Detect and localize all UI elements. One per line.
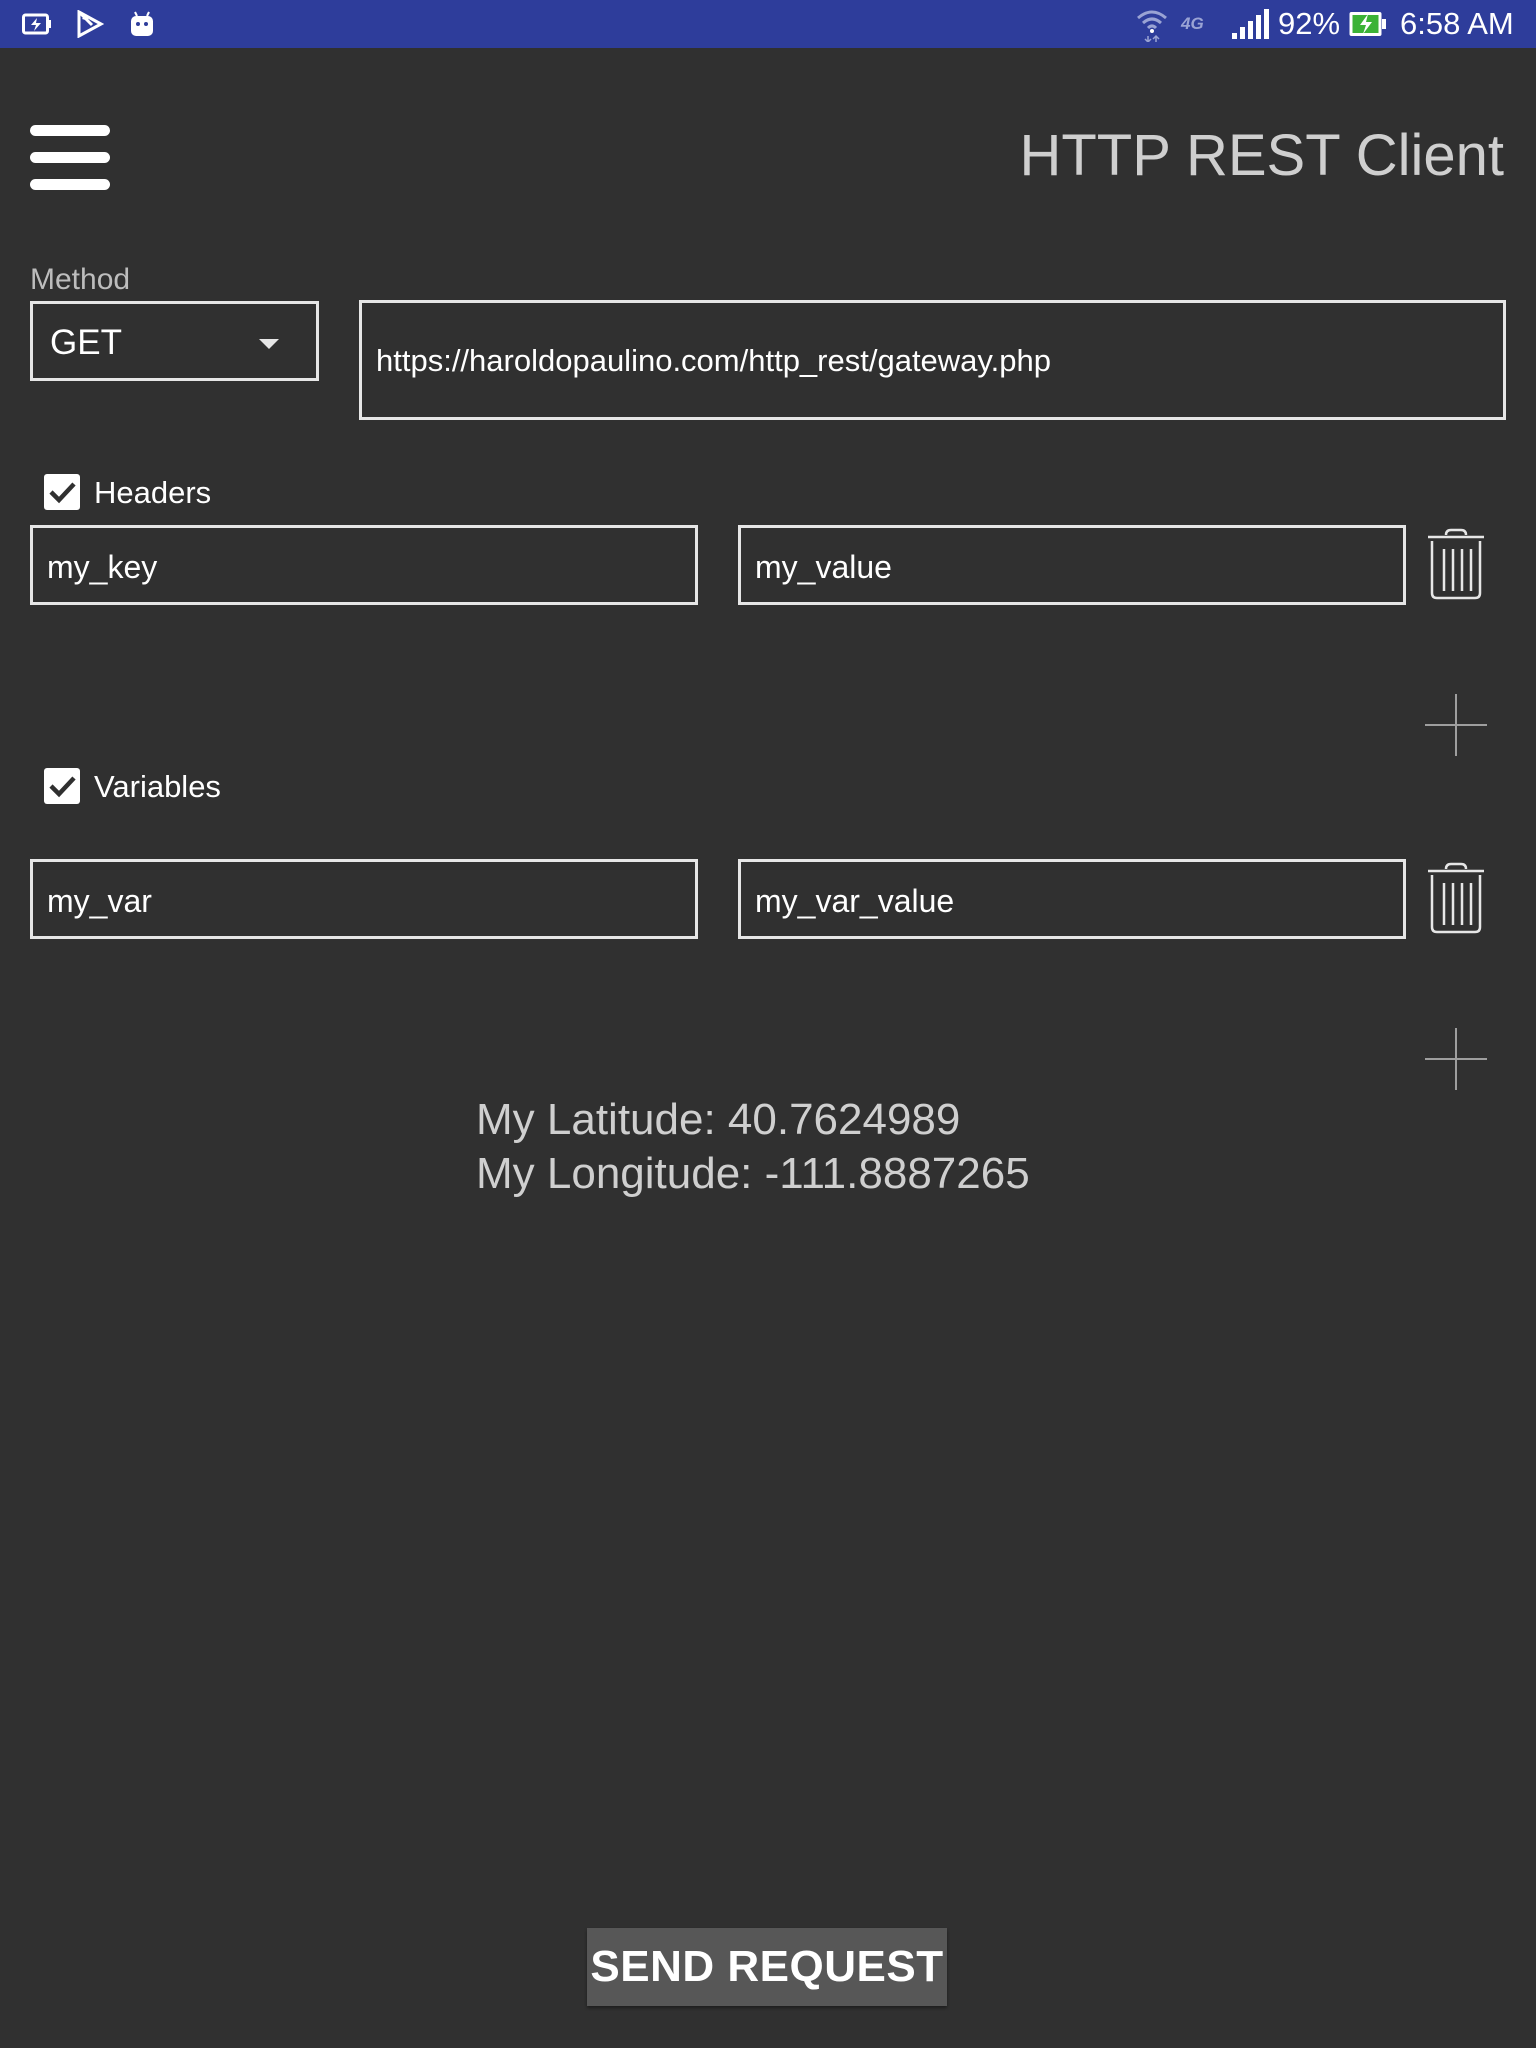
- battery-charging-icon: [1348, 0, 1388, 48]
- header-key-value: my_key: [47, 549, 158, 585]
- delete-header-trash-icon[interactable]: [1424, 527, 1488, 601]
- header-value-input[interactable]: my_value: [738, 525, 1406, 605]
- variable-key-input[interactable]: my_var: [30, 859, 698, 939]
- hamburger-menu-icon[interactable]: [30, 125, 110, 191]
- play-store-icon: [76, 0, 104, 48]
- method-dropdown[interactable]: GET: [30, 301, 319, 381]
- header-key-input[interactable]: my_key: [30, 525, 698, 605]
- checkmark-icon: [49, 482, 76, 504]
- add-header-plus-icon[interactable]: [1425, 694, 1487, 756]
- lte-icon: 4G: [1181, 0, 1204, 48]
- url-input[interactable]: https://haroldopaulino.com/http_rest/gat…: [359, 300, 1506, 420]
- url-value: https://haroldopaulino.com/http_rest/gat…: [376, 343, 1051, 378]
- send-request-label: SEND REQUEST: [590, 1942, 944, 1991]
- send-request-button[interactable]: SEND REQUEST: [587, 1928, 947, 2006]
- method-label: Method: [30, 263, 131, 296]
- variables-label: Variables: [94, 769, 221, 804]
- status-bar: 4G 92% 6:58 AM: [0, 0, 1536, 48]
- wifi-icon: [1134, 0, 1170, 48]
- headers-checkbox[interactable]: [44, 474, 80, 510]
- method-value: GET: [50, 323, 122, 362]
- battery-saver-icon: [22, 0, 52, 48]
- android-icon: [127, 0, 157, 48]
- delete-variable-trash-icon[interactable]: [1424, 861, 1488, 935]
- variable-value-input[interactable]: my_var_value: [738, 859, 1406, 939]
- variables-checkbox[interactable]: [44, 768, 80, 804]
- latitude-text: My Latitude: 40.7624989: [476, 1095, 961, 1144]
- network-type-label: 4G: [1181, 14, 1204, 33]
- variable-value-value: my_var_value: [755, 883, 955, 919]
- clock: 6:58 AM: [1400, 6, 1514, 41]
- header-value-value: my_value: [755, 549, 892, 585]
- battery-percent: 92%: [1278, 6, 1341, 41]
- signal-icon: [1230, 0, 1270, 48]
- app-title: HTTP REST Client: [1019, 123, 1504, 188]
- variable-key-value: my_var: [47, 883, 152, 919]
- add-variable-plus-icon[interactable]: [1425, 1028, 1487, 1090]
- headers-label: Headers: [94, 475, 212, 510]
- checkmark-icon: [49, 776, 76, 798]
- dropdown-arrow-icon: [259, 339, 279, 349]
- longitude-text: My Longitude: -111.8887265: [476, 1149, 1030, 1198]
